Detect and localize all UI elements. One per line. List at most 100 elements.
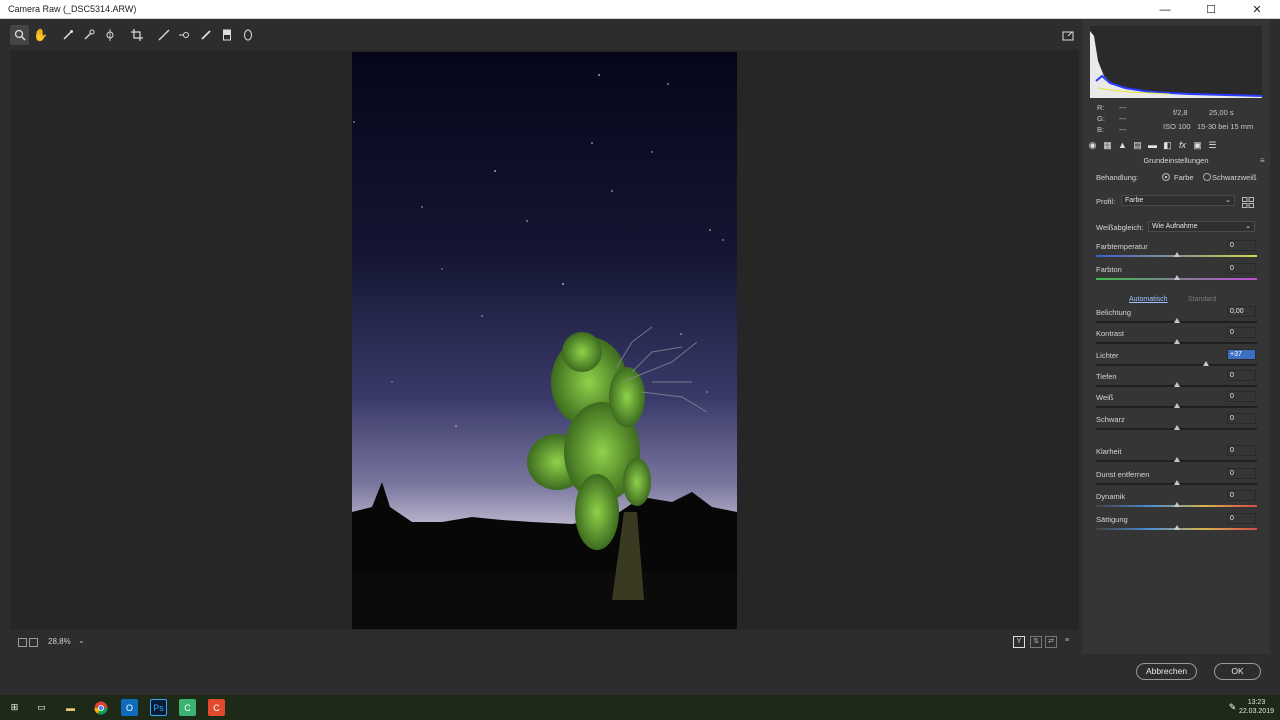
- slider-label: Schwarz: [1096, 415, 1125, 424]
- chrome-icon[interactable]: [92, 699, 109, 716]
- cancel-button[interactable]: Abbrechen: [1136, 663, 1197, 680]
- slider-thumb[interactable]: [1173, 339, 1180, 344]
- slider-thumb[interactable]: [1173, 252, 1180, 257]
- slider-thumb[interactable]: [1173, 275, 1180, 280]
- slider-value-field[interactable]: 0: [1227, 240, 1256, 251]
- r-value: ---: [1119, 103, 1127, 112]
- histogram: [1090, 26, 1262, 98]
- presets-icon[interactable]: ☰: [1206, 139, 1219, 152]
- windows-start-icon[interactable]: ⊞: [6, 699, 23, 716]
- slider-thumb[interactable]: [1173, 318, 1180, 323]
- adjustment-brush-tool-icon[interactable]: [196, 25, 215, 45]
- slider-value-field[interactable]: 0: [1227, 468, 1256, 479]
- slider-thumb[interactable]: [1173, 382, 1180, 387]
- white-balance-dropdown[interactable]: Wie Aufnahme ⌄: [1148, 221, 1255, 232]
- slider-value-field[interactable]: 0: [1227, 327, 1256, 338]
- fx-icon[interactable]: fx: [1176, 139, 1189, 152]
- auto-link[interactable]: Automatisch: [1129, 296, 1168, 303]
- basic-panel-icon[interactable]: ◉: [1086, 139, 1099, 152]
- slider-value-field[interactable]: 0,00: [1227, 306, 1256, 317]
- before-after-y-icon[interactable]: Y: [1013, 636, 1025, 648]
- slider-value-field[interactable]: +37: [1227, 349, 1256, 360]
- photoshop-icon[interactable]: Ps: [150, 699, 167, 716]
- profile-browser-icon[interactable]: [1242, 195, 1254, 208]
- radial-filter-tool-icon[interactable]: [238, 25, 257, 45]
- hand-tool-icon[interactable]: ✋: [31, 25, 50, 45]
- split-toning-icon[interactable]: ▬: [1146, 139, 1159, 152]
- panel-menu-icon[interactable]: ≡: [1260, 156, 1265, 165]
- task-view-icon[interactable]: ▭: [33, 699, 50, 716]
- fullscreen-icon[interactable]: [1058, 26, 1077, 46]
- white-balance-tool-icon[interactable]: [58, 25, 77, 45]
- copy-settings-icon[interactable]: ⇄: [1045, 636, 1057, 648]
- file-explorer-icon[interactable]: ▬: [62, 699, 79, 716]
- lens-info: 15-30 bei 15 mm: [1197, 122, 1254, 131]
- treatment-label: Behandlung:: [1096, 173, 1139, 182]
- slider-value-field[interactable]: 0: [1227, 413, 1256, 424]
- photo-preview[interactable]: [352, 52, 737, 629]
- slider-label: Lichter: [1096, 351, 1119, 360]
- slider-label: Dynamik: [1096, 492, 1126, 501]
- g-label: G:: [1097, 114, 1105, 123]
- color-sampler-tool-icon[interactable]: [79, 25, 98, 45]
- color-radio-label: Farbe: [1174, 173, 1194, 182]
- profile-label: Profil:: [1096, 197, 1116, 206]
- slider-track[interactable]: [1096, 364, 1257, 366]
- recorder-icon[interactable]: C: [208, 699, 225, 716]
- panel-tabs: ◉ ▦ ▲ ▤ ▬ ◧ fx ▣ ☰: [1082, 138, 1270, 153]
- zoom-tool-icon[interactable]: [10, 25, 29, 45]
- slider-value-field[interactable]: 0: [1227, 445, 1256, 456]
- shutter-speed: 25,00 s: [1209, 108, 1234, 117]
- adjustment-panel: R: G: B: --- --- --- f/2,8 25,00 s ISO 1…: [1082, 19, 1270, 654]
- spot-removal-tool-icon[interactable]: [175, 25, 194, 45]
- lens-corrections-icon[interactable]: ◧: [1161, 139, 1174, 152]
- window-title: Camera Raw (_DSC5314.ARW): [8, 4, 137, 14]
- slider-thumb[interactable]: [1173, 502, 1180, 507]
- slider-value-field[interactable]: 0: [1227, 391, 1256, 402]
- slider-label: Kontrast: [1096, 329, 1124, 338]
- outlook-icon[interactable]: O: [121, 699, 138, 716]
- slider-value-field[interactable]: 0: [1227, 490, 1256, 501]
- maximize-button[interactable]: ☐: [1188, 0, 1234, 19]
- detail-icon[interactable]: ▲: [1116, 139, 1129, 152]
- slider-value-field[interactable]: 0: [1227, 370, 1256, 381]
- swap-before-after-icon[interactable]: ⇅: [1030, 636, 1042, 648]
- targeted-adjustment-tool-icon[interactable]: [100, 25, 119, 45]
- camtasia-icon[interactable]: C: [179, 699, 196, 716]
- straighten-tool-icon[interactable]: [154, 25, 173, 45]
- preview-bottom-bar: 28,8% ⌄ Y ⇅ ⇄ ≡: [10, 634, 1079, 652]
- slider-label: Dunst entfernen: [1096, 470, 1150, 479]
- panel-title: Grundeinstellungen: [1143, 156, 1209, 165]
- ok-button[interactable]: OK: [1214, 663, 1261, 680]
- color-radio[interactable]: [1162, 173, 1170, 181]
- slider-label: Belichtung: [1096, 308, 1132, 317]
- slider-thumb[interactable]: [1173, 525, 1180, 530]
- preview-settings-icon[interactable]: ≡: [1061, 636, 1073, 648]
- slider-thumb[interactable]: [1173, 457, 1180, 462]
- slider-thumb[interactable]: [1173, 403, 1180, 408]
- hsl-icon[interactable]: ▤: [1131, 139, 1144, 152]
- zoom-level[interactable]: 28,8%: [48, 637, 71, 646]
- zoom-in-icon[interactable]: [29, 638, 38, 647]
- camera-calibration-icon[interactable]: ▣: [1191, 139, 1204, 152]
- crop-tool-icon[interactable]: [127, 25, 146, 45]
- slider-thumb[interactable]: [1203, 361, 1210, 366]
- slider-label: Farbton: [1096, 265, 1122, 274]
- bw-radio[interactable]: [1203, 173, 1211, 181]
- slider-value-field[interactable]: 0: [1227, 513, 1256, 524]
- default-link[interactable]: Standard: [1188, 296, 1216, 303]
- minimize-button[interactable]: —: [1142, 0, 1188, 19]
- b-value: ---: [1119, 125, 1127, 134]
- slider-value-field[interactable]: 0: [1227, 263, 1256, 274]
- zoom-dropdown-icon[interactable]: ⌄: [78, 636, 85, 645]
- graduated-filter-tool-icon[interactable]: [217, 25, 236, 45]
- profile-dropdown[interactable]: Farbe ⌄: [1121, 195, 1235, 206]
- zoom-out-icon[interactable]: [18, 638, 27, 647]
- slider-thumb[interactable]: [1173, 480, 1180, 485]
- slider-thumb[interactable]: [1173, 425, 1180, 430]
- close-button[interactable]: ✕: [1234, 0, 1280, 19]
- slider-label: Tiefen: [1096, 372, 1117, 381]
- tone-curve-icon[interactable]: ▦: [1101, 139, 1114, 152]
- title-bar: Camera Raw (_DSC5314.ARW) — ☐ ✕: [0, 0, 1280, 19]
- clock[interactable]: 13:23 22.03.2019: [1239, 698, 1274, 716]
